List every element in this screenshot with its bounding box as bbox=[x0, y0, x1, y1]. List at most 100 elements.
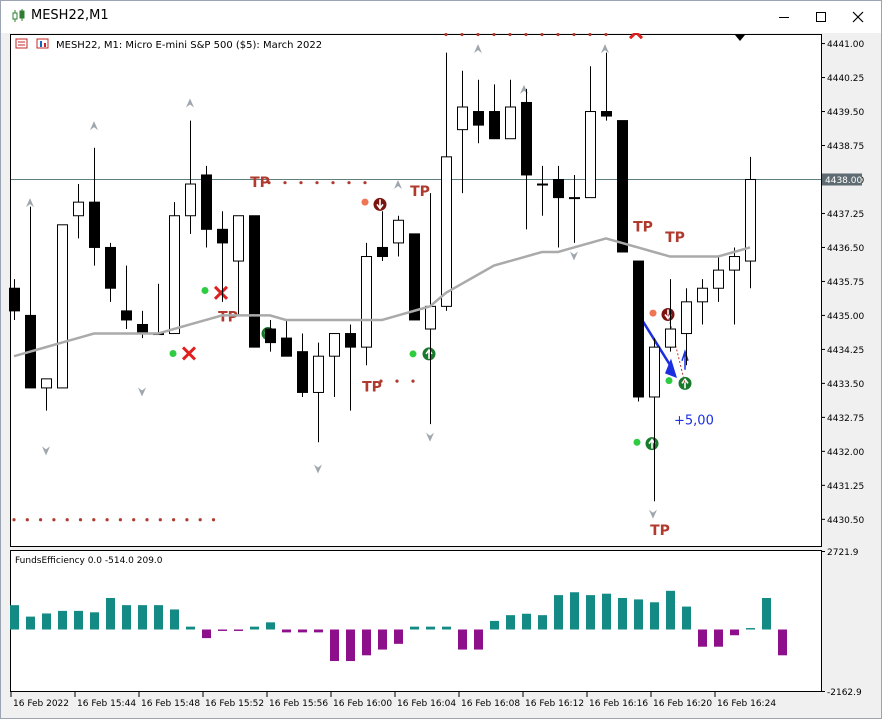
tp-dot bbox=[331, 181, 335, 185]
time-tick-label: 16 Feb 16:08 bbox=[461, 699, 520, 709]
tp-label: TP bbox=[665, 230, 685, 246]
candle-body bbox=[521, 101, 532, 176]
histogram-bar bbox=[490, 620, 499, 630]
histogram-bar bbox=[202, 629, 211, 639]
candle-body bbox=[297, 351, 308, 393]
histogram-bar bbox=[250, 626, 259, 630]
candle-body bbox=[249, 215, 260, 348]
histogram-bar bbox=[42, 613, 51, 630]
time-tick-label: 16 Feb 15:56 bbox=[269, 699, 328, 709]
tp-dot bbox=[105, 518, 109, 522]
time-tick-label: 16 Feb 16:20 bbox=[653, 699, 712, 709]
histogram-bar bbox=[762, 597, 771, 630]
tp-label: TP bbox=[250, 175, 270, 191]
tp-dot bbox=[25, 518, 29, 522]
indicator-title: FundsEfficiency 0.0 -514.0 209.0 bbox=[15, 556, 163, 566]
indicator-axis[interactable]: 2721.9 -2162.9 bbox=[821, 548, 862, 698]
tp-dot bbox=[492, 33, 496, 37]
candle-body bbox=[105, 246, 116, 289]
histogram-bar bbox=[730, 629, 739, 636]
price-tick-label: 4435.00 bbox=[827, 312, 864, 322]
time-tick-label: 16 Feb 15:52 bbox=[205, 699, 264, 709]
candle-body bbox=[425, 305, 436, 330]
price-tick-label: 4434.25 bbox=[827, 346, 864, 356]
tp-dot bbox=[12, 518, 16, 522]
tp-dot bbox=[347, 181, 351, 185]
candle-body bbox=[57, 224, 68, 389]
candle-body bbox=[201, 174, 212, 230]
candle-body bbox=[217, 228, 228, 244]
histogram-bar bbox=[682, 606, 691, 630]
histogram-bar bbox=[122, 605, 131, 630]
tp-dot bbox=[132, 518, 136, 522]
price-tick-label: 4432.00 bbox=[827, 448, 864, 458]
tp-dot bbox=[283, 181, 287, 185]
candle-body bbox=[281, 337, 292, 357]
entry-dot bbox=[409, 350, 417, 358]
candle-body bbox=[505, 106, 516, 140]
close-icon[interactable] bbox=[835, 1, 881, 33]
indicator-pane[interactable] bbox=[10, 550, 822, 692]
histogram-bar bbox=[266, 622, 275, 630]
time-tick-label: 16 Feb 16:00 bbox=[333, 699, 392, 709]
histogram-bar bbox=[90, 612, 99, 630]
tp-label: TP bbox=[410, 184, 430, 200]
tp-label: TP bbox=[362, 380, 382, 396]
candle-body bbox=[473, 111, 484, 126]
entry-dot bbox=[169, 349, 177, 357]
tp-dot bbox=[524, 33, 528, 37]
time-axis[interactable]: 16 Feb 2022 16 Feb 15:44 16 Feb 15:48 16 Fe… bbox=[10, 692, 776, 709]
histogram-bar bbox=[666, 590, 675, 630]
tp-dot bbox=[588, 33, 592, 37]
candle-body bbox=[633, 260, 644, 398]
trade-panel-icon[interactable] bbox=[15, 38, 28, 49]
tp-dot bbox=[211, 518, 216, 522]
histogram-bar bbox=[698, 629, 707, 647]
histogram-bar bbox=[58, 610, 67, 630]
candle-body bbox=[489, 111, 500, 140]
price-axis[interactable]: 4441.00 4440.25 4439.50 4438.75 4438.00 4437.… bbox=[821, 40, 864, 526]
candle-body bbox=[601, 111, 612, 117]
tp-dot bbox=[78, 518, 83, 522]
price-tick-label: 4437.25 bbox=[827, 210, 864, 220]
time-tick-label: 16 Feb 16:16 bbox=[589, 699, 648, 709]
tp-dot bbox=[158, 518, 162, 522]
histogram-bar bbox=[650, 602, 659, 630]
histogram-bar bbox=[586, 595, 595, 630]
candle-body bbox=[345, 333, 356, 348]
depth-of-market-icon[interactable] bbox=[36, 38, 49, 49]
histogram-bar bbox=[394, 629, 403, 644]
chart-area[interactable]: MESH22, M1: Micro E-mini S&P 500 ($5): M… bbox=[1, 33, 881, 718]
histogram-bar bbox=[26, 616, 35, 630]
tp-dot bbox=[52, 518, 56, 522]
terminal-window: MESH22,M1 MESH22, M1: Micro E-mini S&P 5… bbox=[0, 0, 882, 719]
tp-label: TP bbox=[633, 220, 653, 236]
candle-body bbox=[169, 215, 180, 335]
candle-body bbox=[393, 219, 404, 244]
histogram-bar bbox=[570, 592, 579, 630]
candle-body bbox=[121, 310, 132, 321]
time-tick-label: 16 Feb 16:04 bbox=[397, 699, 456, 709]
indicator-tick-label: -2162.9 bbox=[827, 688, 862, 698]
exit-dot bbox=[649, 309, 657, 317]
tp-dot bbox=[395, 379, 399, 383]
tp-dot bbox=[604, 33, 608, 37]
title-bar[interactable]: MESH22,M1 bbox=[1, 1, 881, 33]
entry-dot bbox=[665, 377, 673, 385]
candle-body bbox=[697, 287, 708, 303]
tp-dot bbox=[299, 181, 303, 185]
entry-dot bbox=[201, 287, 209, 294]
histogram-bar bbox=[714, 629, 723, 647]
price-tick-label: 4436.50 bbox=[827, 244, 864, 254]
candle-body bbox=[329, 333, 340, 357]
price-tick-label: 4438.75 bbox=[827, 142, 864, 152]
tp-dot bbox=[460, 33, 464, 37]
histogram-bar bbox=[618, 597, 627, 630]
histogram-bar bbox=[362, 629, 371, 656]
profit-label: +5,00 bbox=[674, 414, 714, 429]
tp-dot bbox=[145, 518, 149, 522]
time-tick-label: 16 Feb 15:44 bbox=[77, 699, 136, 709]
histogram-bar bbox=[602, 593, 611, 630]
tp-dot bbox=[556, 33, 560, 37]
tp-dot bbox=[92, 518, 96, 522]
